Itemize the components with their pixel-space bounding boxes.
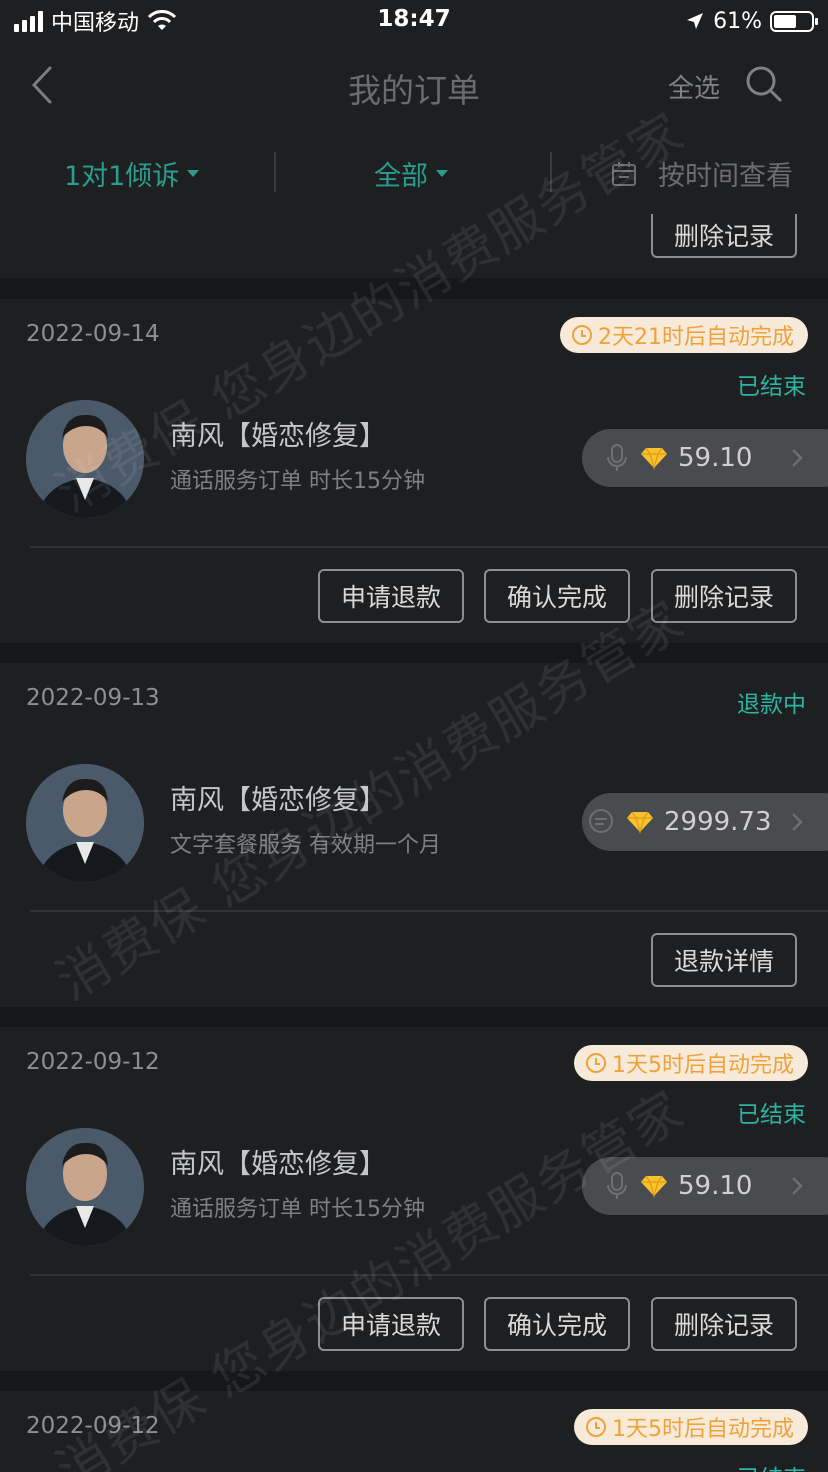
counselor-name: 南风【婚恋修复】 [170, 421, 386, 452]
order-amount: 59.10 [678, 1171, 753, 1201]
counselor-name: 南风【婚恋修复】 [170, 1149, 386, 1180]
avatar[interactable] [26, 764, 144, 882]
service-description: 通话服务订单 时长15分钟 [170, 469, 425, 494]
delete-record-button[interactable]: 删除记录 [651, 214, 797, 258]
previous-card-fragment: 删除记录 [0, 214, 828, 278]
order-date: 2022-09-12 [26, 1413, 160, 1439]
caret-down-icon [187, 170, 200, 177]
request-refund-button[interactable]: 申请退款 [318, 1297, 464, 1351]
chevron-right-icon [792, 1177, 803, 1195]
order-date: 2022-09-14 [26, 321, 160, 347]
order-date: 2022-09-13 [26, 685, 160, 711]
divider [30, 1274, 828, 1276]
order-amount: 59.10 [678, 443, 753, 473]
diamond-icon [641, 447, 667, 470]
status-filter[interactable]: 全部 [374, 154, 448, 193]
order-card[interactable]: 2022-09-12 1天5时后自动完成 已结束 南风【婚恋修复】 通话服务订单… [0, 1027, 828, 1371]
price-pill[interactable]: 59.10 [582, 429, 828, 487]
order-amount: 2999.73 [664, 807, 772, 837]
order-status: 已结束 [737, 374, 806, 400]
battery-icon [770, 10, 818, 32]
caret-down-icon [436, 170, 448, 177]
order-status: 已结束 [737, 1459, 806, 1472]
calendar-icon [612, 161, 636, 186]
avatar[interactable] [26, 1128, 144, 1246]
battery-percent: 61% [713, 8, 762, 34]
filter-bar: 1对1倾诉 全部 按时间查看 [0, 126, 828, 218]
chevron-right-icon [792, 449, 803, 467]
chat-bubble-icon [589, 809, 613, 833]
order-card[interactable]: 2022-09-13 退款中 南风【婚恋修复】 文字套餐服务 有效期一个月 29… [0, 663, 828, 1007]
auto-complete-text: 1天5时后自动完成 [612, 1053, 794, 1078]
divider [550, 152, 552, 192]
diamond-icon [641, 1175, 667, 1198]
divider [274, 152, 276, 192]
chevron-right-icon [792, 813, 803, 831]
confirm-complete-button[interactable]: 确认完成 [484, 1297, 630, 1351]
auto-complete-badge: 1天5时后自动完成 [574, 1045, 808, 1081]
service-description: 文字套餐服务 有效期一个月 [170, 833, 441, 858]
mic-icon [607, 444, 627, 471]
order-date: 2022-09-12 [26, 1049, 160, 1075]
clock-icon [586, 1417, 606, 1437]
clock-icon [572, 325, 592, 345]
auto-complete-text: 1天5时后自动完成 [612, 1417, 794, 1442]
auto-complete-badge: 2天21时后自动完成 [560, 317, 808, 353]
mic-icon [607, 1172, 627, 1199]
delete-record-button[interactable]: 删除记录 [651, 569, 797, 623]
order-card[interactable]: 2022-09-14 2天21时后自动完成 已结束 南风【婚恋修复】 通话服务订… [0, 299, 828, 643]
auto-complete-text: 2天21时后自动完成 [598, 325, 794, 350]
time-filter[interactable]: 按时间查看 [610, 154, 793, 193]
divider [30, 546, 828, 548]
counselor-name: 南风【婚恋修复】 [170, 785, 386, 816]
status-bar: 中国移动 18:47 61% [0, 0, 828, 44]
divider [30, 910, 828, 912]
request-refund-button[interactable]: 申请退款 [318, 569, 464, 623]
auto-complete-badge: 1天5时后自动完成 [574, 1409, 808, 1445]
diamond-icon [627, 811, 653, 834]
confirm-complete-button[interactable]: 确认完成 [484, 569, 630, 623]
status-filter-label: 全部 [374, 161, 428, 192]
time-filter-label: 按时间查看 [658, 161, 793, 192]
search-icon[interactable] [744, 64, 784, 104]
order-status: 退款中 [737, 692, 806, 718]
clock-icon [586, 1053, 606, 1073]
price-pill[interactable]: 59.10 [582, 1157, 828, 1215]
order-status: 已结束 [737, 1102, 806, 1128]
service-description: 通话服务订单 时长15分钟 [170, 1197, 425, 1222]
avatar[interactable] [26, 400, 144, 518]
select-all-button[interactable]: 全选 [668, 68, 720, 105]
nav-bar: 我的订单 全选 [0, 44, 828, 126]
price-pill[interactable]: 2999.73 [582, 793, 828, 851]
category-filter[interactable]: 1对1倾诉 [64, 154, 200, 193]
category-filter-label: 1对1倾诉 [64, 161, 180, 192]
order-card[interactable]: 2022-09-12 1天5时后自动完成 已结束 [0, 1391, 828, 1472]
refund-details-button[interactable]: 退款详情 [651, 933, 797, 987]
delete-record-button[interactable]: 删除记录 [651, 1297, 797, 1351]
location-arrow-icon [687, 13, 704, 29]
